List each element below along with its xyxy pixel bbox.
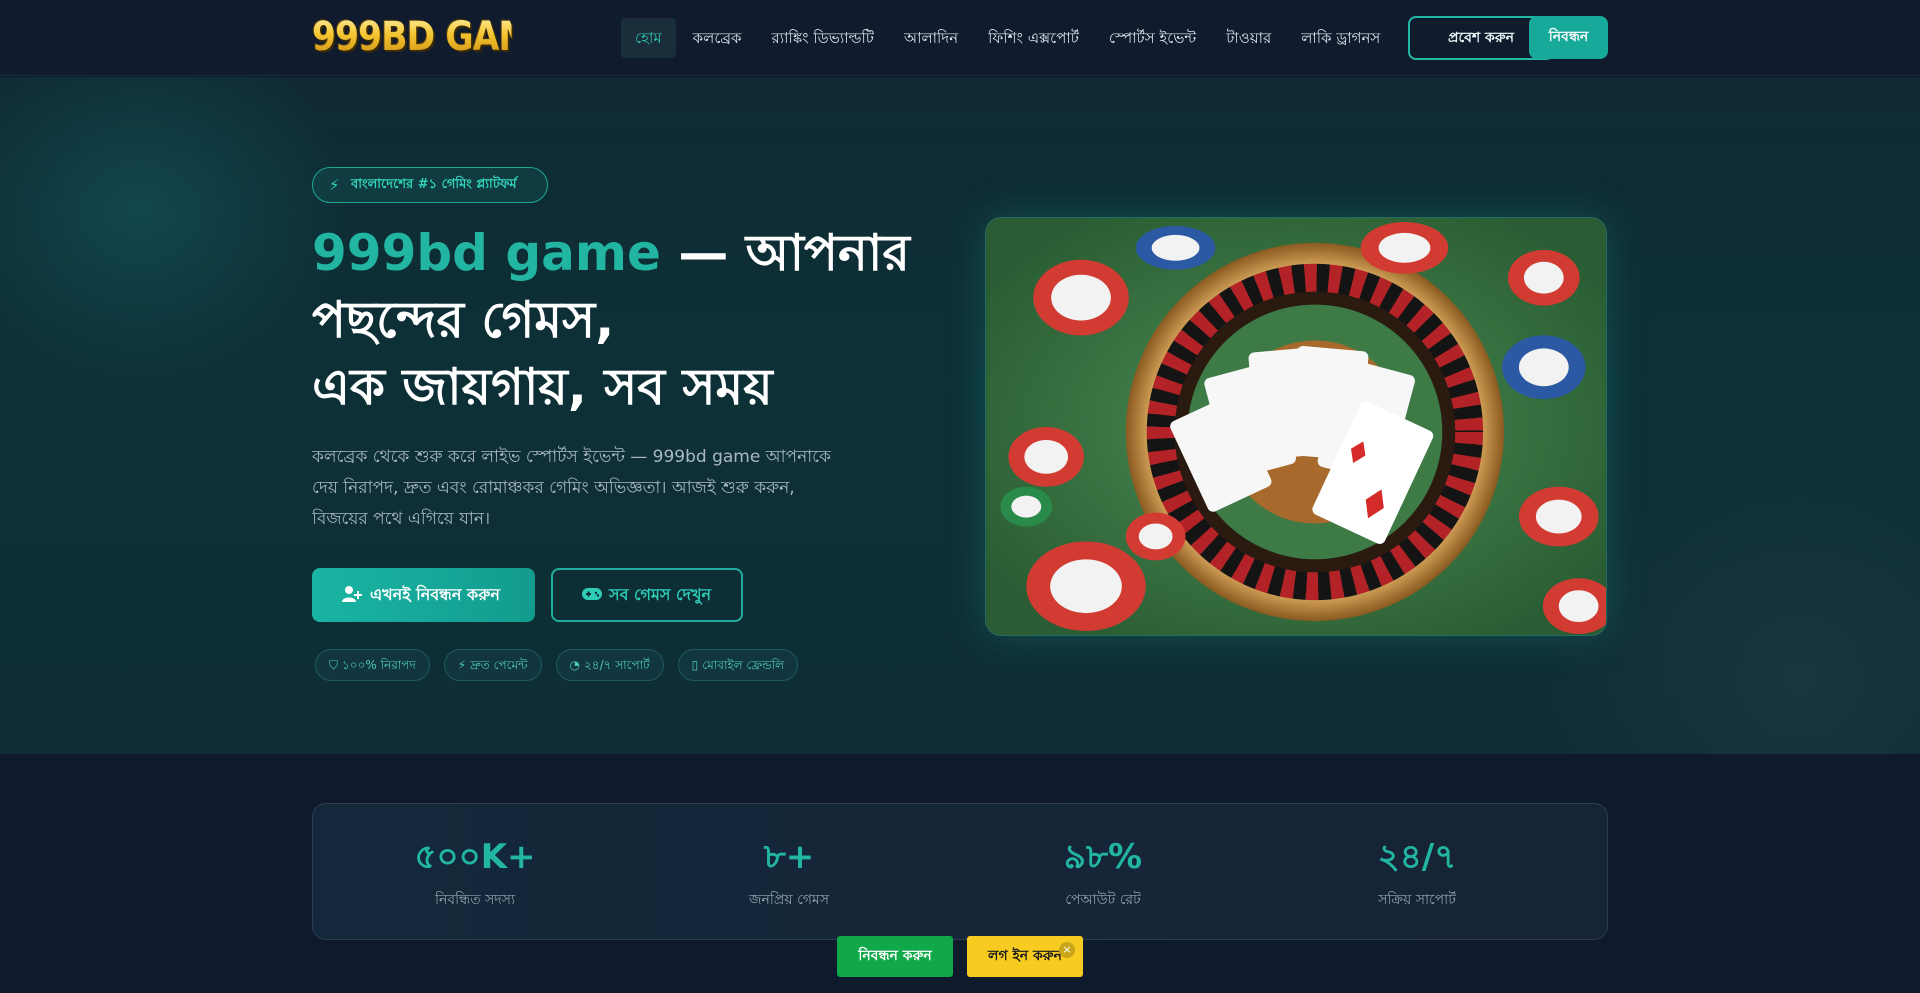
hero-title-line-2: পছন্দের গেমস, — [312, 291, 615, 349]
menu-item-lucky-dragons[interactable]: লাকি ড্রাগনস — [1286, 18, 1395, 58]
feature-chip: ⛉ ১০০% নিরাপদ — [315, 649, 430, 681]
feature-chip-label: ২৪/৭ সাপোর্ট — [584, 658, 650, 672]
stats-panel: ৫০০K+ নিবন্ধিত সদস্য ৮+ জনপ্রিয় গেমস ৯৮… — [312, 803, 1608, 940]
feature-chip: ▯ মোবাইল ফ্রেন্ডলি — [677, 649, 799, 681]
feature-chip: ◔ ২৪/৭ সাপোর্ট — [555, 649, 664, 681]
top-navbar: 999BD GAME হোম কলব্রেক র‍্যাঙ্কিং ডিভ্যা… — [0, 0, 1920, 76]
feature-chip-label: মোবাইল ফ্রেন্ডলি — [702, 658, 785, 672]
mobile-icon: ▯ — [691, 658, 699, 672]
register-now-label: এখনই নিবন্ধন করুন — [370, 585, 500, 604]
feature-chips: ⛉ ১০০% নিরাপদ ⚡ দ্রুত পেমেন্ট ◔ ২৪/৭ সাপোর্… — [315, 649, 799, 681]
hero-section: ⚡ বাংলাদেশের #১ গেমিং প্ল্যাটফর্ম 999bd … — [0, 77, 1920, 754]
roulette-cards-illustration — [986, 218, 1606, 635]
menu-item-aladdin[interactable]: আলাদিন — [889, 18, 973, 58]
user-plus-icon — [342, 568, 362, 622]
site-logo[interactable]: 999BD GAME — [312, 14, 555, 60]
register-now-button[interactable]: এখনই নিবন্ধন করুন — [312, 568, 535, 622]
feature-chip: ⚡ দ্রুত পেমেন্ট — [443, 649, 542, 681]
floating-register-button[interactable]: নিবন্ধন করুন — [837, 936, 953, 977]
stat-value: ৫০০K+ — [414, 837, 536, 877]
menu-item-callbreak[interactable]: কলব্রেক — [678, 18, 757, 58]
hero-casino-image — [985, 217, 1607, 636]
view-all-games-label: সব গেমস দেখুন — [609, 585, 712, 604]
stat-members: ৫০০K+ নিবন্ধিত সদস্য — [313, 804, 637, 912]
stat-label: সক্রিয় সাপোর্ট — [1378, 892, 1456, 908]
stat-label: নিবন্ধিত সদস্য — [434, 892, 516, 908]
stat-payout: ৯৮% পেআউট রেট — [941, 804, 1265, 912]
hero-title-accent: 999bd game — [312, 224, 661, 282]
stat-value: ২৪/৭ — [1377, 837, 1457, 877]
menu-item-sports[interactable]: স্পোর্টস ইভেন্ট — [1094, 18, 1211, 58]
menu-item-fishing[interactable]: ফিশিং এক্সপোর্ট — [973, 18, 1094, 58]
bolt-icon: ⚡ — [457, 658, 467, 672]
stat-support: ২৪/৭ সক্রিয় সাপোর্ট — [1255, 804, 1579, 912]
stat-label: পেআউট রেট — [1065, 892, 1141, 908]
menu-item-ranking[interactable]: র‍্যাঙ্কিং ডিভ্যাল্ডটি — [757, 18, 889, 58]
gamepad-icon — [581, 570, 603, 620]
hero-title: 999bd game — আপনার পছন্দের গেমস, এক জায়… — [312, 220, 912, 421]
feature-chip-label: দ্রুত পেমেন্ট — [470, 658, 528, 672]
stat-label: জনপ্রিয় গেমস — [749, 892, 829, 908]
stat-value: ৮+ — [763, 837, 815, 877]
stat-value: ৯৮% — [1063, 837, 1143, 877]
hero-title-rest: — আপনার — [660, 224, 910, 282]
main-menu: হোম কলব্রেক র‍্যাঙ্কিং ডিভ্যাল্ডটি আলাদি… — [621, 18, 1395, 58]
menu-item-tower[interactable]: টাওয়ার — [1211, 18, 1286, 58]
close-icon[interactable]: × — [1059, 942, 1075, 958]
shield-icon: ⛉ — [329, 658, 339, 672]
hero-description: কলব্রেক থেকে শুরু করে লাইভ স্পোর্টস ইভেন… — [312, 447, 831, 529]
headset-icon: ◔ — [569, 658, 580, 672]
register-button[interactable]: নিবন্ধন — [1529, 16, 1608, 59]
view-all-games-button[interactable]: সব গেমস দেখুন — [551, 568, 743, 622]
hero-title-line-3: এক জায়গায়, সব সময় — [312, 358, 773, 416]
menu-item-home[interactable]: হোম — [621, 18, 676, 58]
stat-games: ৮+ জনপ্রিয় গেমস — [627, 804, 951, 912]
platform-badge-label: বাংলাদেশের #১ গেমিং প্ল্যাটফর্ম — [351, 177, 517, 192]
platform-badge: ⚡ বাংলাদেশের #১ গেমিং প্ল্যাটফর্ম — [312, 167, 548, 203]
bolt-icon: ⚡ — [329, 176, 340, 194]
feature-chip-label: ১০০% নিরাপদ — [342, 658, 416, 672]
